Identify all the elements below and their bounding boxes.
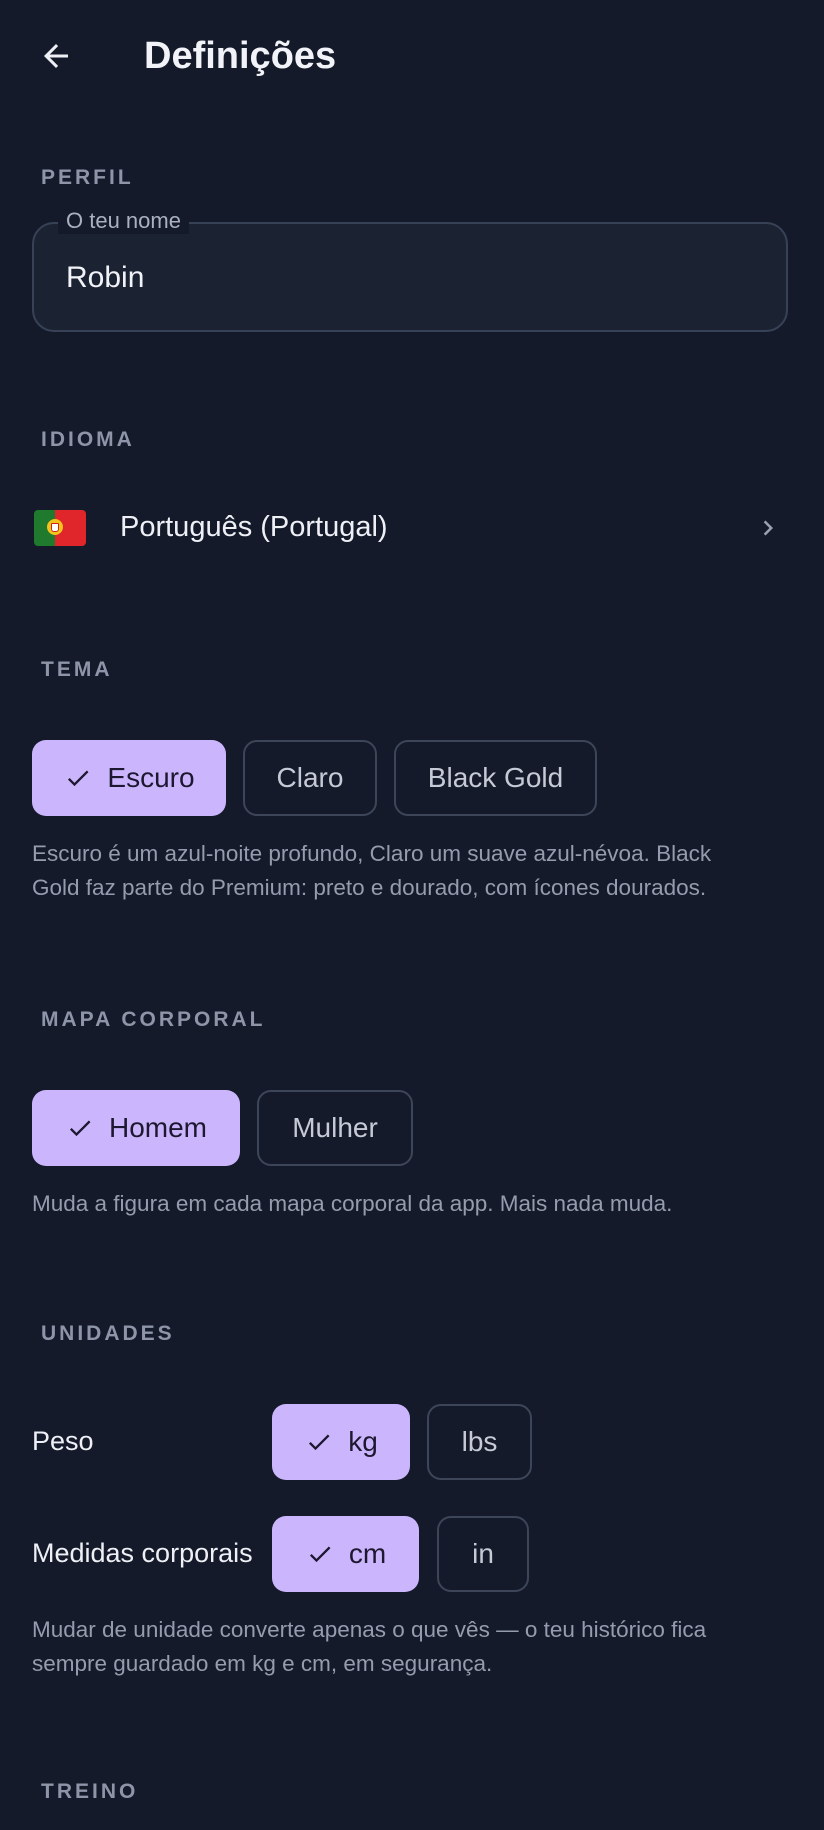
check-icon [65,1113,95,1143]
weight-chip-label: lbs [461,1426,498,1457]
name-field-value[interactable]: Robin [66,260,144,296]
section-label-profile: PERFIL [41,166,134,189]
theme-chip-black-gold[interactable]: Black Gold [394,740,597,816]
measurements-label: Medidas corporais [32,1538,253,1568]
name-field-label: O teu nome [58,208,189,234]
body-map-chip-mulher[interactable]: Mulher [257,1090,413,1166]
chevron-right-icon [752,512,784,544]
body-map-helper-text: Muda a figura em cada mapa corporal da a… [32,1191,673,1216]
theme-chip-label: Black Gold [427,762,564,793]
weight-chip-label: kg [348,1426,378,1457]
language-label: Português (Portugal) [120,511,388,543]
weight-chip-lbs[interactable]: lbs [427,1404,532,1480]
body-map-chip-homem[interactable]: Homem [32,1090,240,1166]
measurements-chip-label: in [472,1538,494,1569]
check-icon [304,1427,334,1457]
body-map-chip-label: Mulher [292,1112,378,1143]
section-label-body-map: MAPA CORPORAL [41,1008,266,1031]
measurements-chip-cm[interactable]: cm [272,1516,419,1592]
weight-label: Peso [32,1426,94,1456]
check-icon [305,1539,335,1569]
measurements-chip-label: cm [348,1538,387,1569]
arrow-left-icon [44,44,68,68]
section-label-units: UNIDADES [41,1322,175,1345]
theme-chip-label: Escuro [107,762,195,793]
check-icon [63,763,93,793]
language-selector-row[interactable]: Português (Portugal) [0,490,824,566]
top-app-bar: Definições [0,0,824,112]
weight-chip-kg[interactable]: kg [272,1404,410,1480]
back-button[interactable] [28,28,84,84]
theme-chip-claro[interactable]: Claro [243,740,377,816]
section-label-training: TREINO [41,1780,139,1803]
portugal-flag-icon [34,510,86,546]
theme-chip-escuro[interactable]: Escuro [32,740,226,816]
page-title: Definições [144,35,337,77]
measurements-chip-in[interactable]: in [437,1516,529,1592]
section-label-theme: TEMA [41,658,113,681]
theme-chip-label: Claro [276,762,344,793]
units-helper-text: Mudar de unidade converte apenas o que v… [32,1617,707,1676]
section-label-language: IDIOMA [41,428,135,451]
theme-helper-text: Escuro é um azul-noite profundo, Claro u… [32,841,712,900]
name-field[interactable]: O teu nome Robin [32,208,788,332]
body-map-chip-label: Homem [108,1112,207,1143]
